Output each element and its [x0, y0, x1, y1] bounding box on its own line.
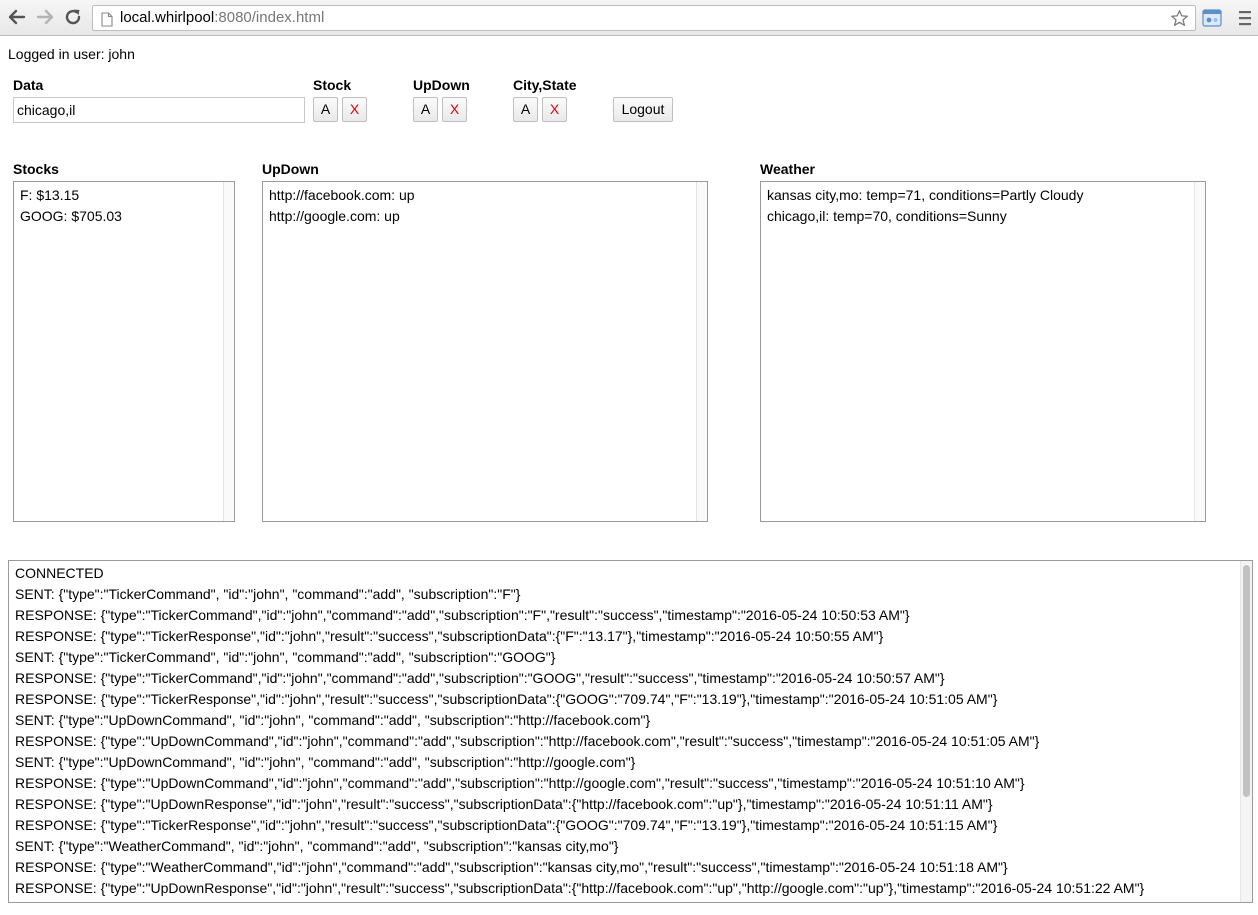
log-line: RESPONSE: {"type":"UpDownResponse","id":…: [15, 796, 993, 812]
log-line: RESPONSE: {"type":"TickerCommand","id":"…: [15, 607, 910, 623]
log-line: RESPONSE: {"type":"WeatherCommand","id":…: [15, 859, 1008, 875]
log-scrollbar[interactable]: [1240, 561, 1252, 902]
stocks-list[interactable]: F: $13.15 GOOG: $705.03: [13, 181, 235, 522]
updown-label: UpDown: [413, 77, 470, 93]
weather-title: Weather: [760, 161, 815, 177]
log-line: CONNECTED: [15, 565, 104, 581]
weather-item: kansas city,mo: temp=71, conditions=Part…: [767, 187, 1084, 203]
browser-menu-icon[interactable]: [1238, 9, 1252, 30]
weather-scrollbar[interactable]: [1194, 182, 1205, 521]
data-label: Data: [13, 77, 44, 93]
log-line: RESPONSE: {"type":"TickerResponse","id":…: [15, 691, 998, 707]
updown-add-button[interactable]: A: [413, 97, 438, 122]
updown-scrollbar[interactable]: [696, 182, 707, 521]
stock-add-button[interactable]: A: [313, 97, 338, 122]
logout-button[interactable]: Logout: [613, 97, 673, 122]
log-line: SENT: {"type":"UpDownCommand", "id":"joh…: [15, 754, 636, 770]
weather-list[interactable]: kansas city,mo: temp=71, conditions=Part…: [760, 181, 1206, 522]
bookmark-star-icon[interactable]: [1170, 9, 1189, 36]
log-line: SENT: {"type":"TickerCommand", "id":"joh…: [15, 586, 521, 602]
log-line: RESPONSE: {"type":"UpDownCommand","id":"…: [15, 775, 1025, 791]
url-path: :8080/index.html: [214, 9, 325, 26]
log-line: SENT: {"type":"UpDownCommand", "id":"joh…: [15, 712, 651, 728]
log-line: SENT: {"type":"WeatherCommand", "id":"jo…: [15, 838, 619, 854]
message-log[interactable]: CONNECTED SENT: {"type":"TickerCommand",…: [8, 560, 1253, 903]
address-bar[interactable]: local.whirlpool:8080/index.html: [92, 5, 1196, 31]
back-arrow-icon[interactable]: [6, 6, 28, 28]
log-line: RESPONSE: {"type":"UpDownCommand","id":"…: [15, 733, 1040, 749]
updown-item: http://google.com: up: [269, 208, 400, 224]
log-line: RESPONSE: {"type":"TickerResponse","id":…: [15, 817, 998, 833]
logged-in-user-text: Logged in user: john: [8, 46, 135, 62]
updown-remove-button[interactable]: X: [442, 97, 467, 122]
weather-item: chicago,il: temp=70, conditions=Sunny: [767, 208, 1007, 224]
updown-item: http://facebook.com: up: [269, 187, 415, 203]
page-icon: [101, 11, 113, 35]
data-input[interactable]: [13, 97, 305, 123]
log-line: SENT: {"type":"TickerCommand", "id":"joh…: [15, 649, 556, 665]
url-host: local.whirlpool: [120, 9, 215, 26]
log-line: RESPONSE: {"type":"TickerResponse","id":…: [15, 628, 884, 644]
reload-icon[interactable]: [62, 6, 84, 28]
log-line: RESPONSE: {"type":"TickerCommand","id":"…: [15, 670, 945, 686]
weather-add-button[interactable]: A: [513, 97, 538, 122]
extension-icon[interactable]: [1202, 9, 1222, 30]
stock-item: F: $13.15: [20, 187, 80, 203]
updown-list[interactable]: http://facebook.com: up http://google.co…: [262, 181, 708, 522]
forward-arrow-icon[interactable]: [34, 6, 56, 28]
log-line: RESPONSE: {"type":"UpDownResponse","id":…: [15, 880, 1145, 896]
stock-remove-button[interactable]: X: [342, 97, 367, 122]
updown-title: UpDown: [262, 161, 319, 177]
stocks-title: Stocks: [13, 161, 59, 177]
citystate-label: City,State: [513, 77, 577, 93]
url-text: local.whirlpool:8080/index.html: [120, 6, 324, 30]
stock-item: GOOG: $705.03: [20, 208, 122, 224]
stock-label: Stock: [313, 77, 352, 93]
log-scrollbar-thumb[interactable]: [1243, 565, 1250, 797]
weather-remove-button[interactable]: X: [542, 97, 567, 122]
browser-toolbar: local.whirlpool:8080/index.html: [0, 0, 1258, 36]
stocks-scrollbar[interactable]: [223, 182, 234, 521]
